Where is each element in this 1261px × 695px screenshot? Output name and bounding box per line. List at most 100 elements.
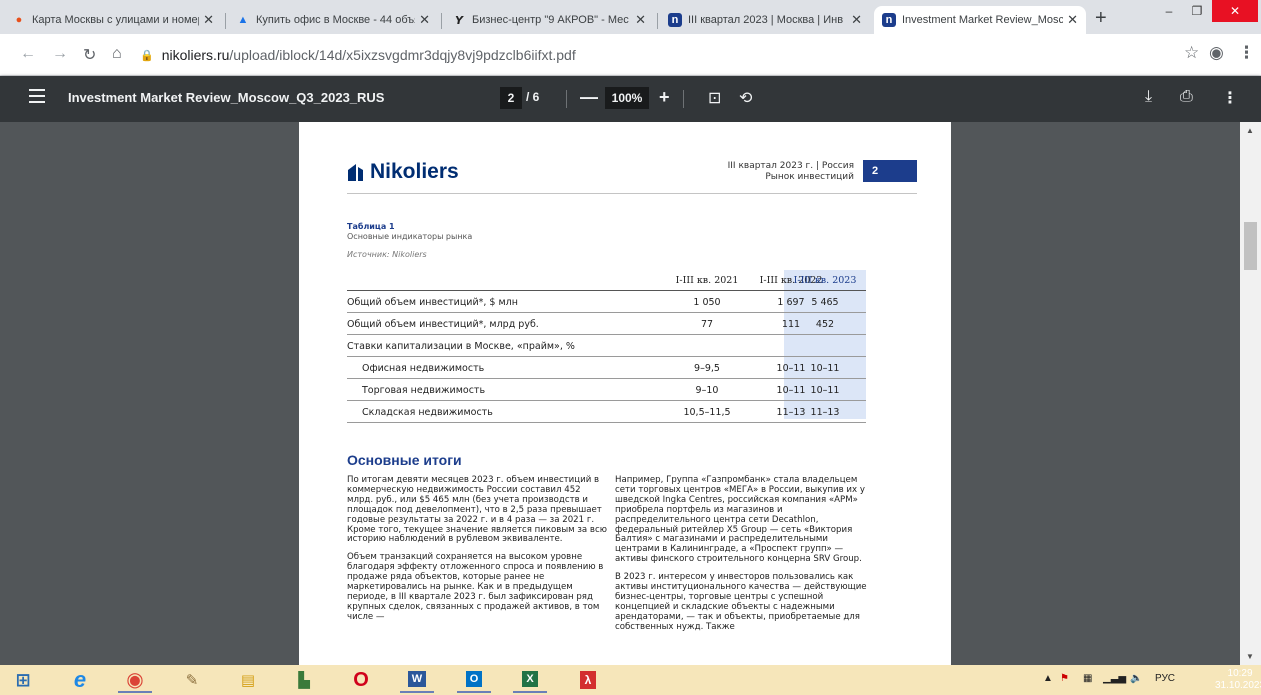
opera-icon[interactable]: O [344,667,378,693]
language-indicator[interactable]: РУС [1155,673,1175,684]
browser-menu-icon[interactable]: ⋮ [1238,43,1255,63]
outlook-icon[interactable]: O [457,667,491,693]
tab-map[interactable]: ● Карта Москвы с улицами и номерами ✕ [4,6,222,34]
reload-button[interactable]: ↻ [83,45,96,65]
flag-icon[interactable]: ⚑ [1060,673,1069,684]
address-bar[interactable]: 🔒 nikoliers.ru/upload/iblock/14d/x5ixzsv… [140,41,1195,69]
map-pin-icon: ● [15,14,23,26]
row-label: Общий объем инвестиций*, млрд руб. [347,319,539,330]
zoom-in-button[interactable]: + [659,87,670,108]
tab-q3-report[interactable]: n III квартал 2023 | Москва | Инв ✕ [660,6,870,34]
row-label: Общий объем инвестиций*, $ млн [347,297,518,308]
pdf-viewer[interactable]: Nikoliers III квартал 2023 г. | Россия Р… [0,122,1240,665]
minimize-button[interactable]: – [1156,0,1182,22]
tab-business-center[interactable]: 𝙔 Бизнес-центр "9 АКРОВ" - Мес ✕ [444,6,654,34]
row-label: Торговая недвижимость [362,385,486,396]
cell-2023: 452 [815,319,835,330]
header-divider [347,193,917,194]
vertical-scrollbar[interactable]: ▲ ▼ [1240,122,1261,665]
tab-office-listing[interactable]: ▲ Купить офис в Москве - 44 объявления ✕ [228,6,438,34]
more-options-icon[interactable]: ⋮ [1222,88,1238,108]
restore-button[interactable]: ❐ [1184,0,1210,22]
word-icon[interactable]: W [400,667,434,693]
close-icon[interactable]: ✕ [1067,12,1078,28]
tab-title: III квартал 2023 | Москва | Инв [688,14,844,26]
fit-to-page-icon[interactable]: ⊡ [708,88,721,108]
download-icon[interactable]: ⤓ [1145,88,1152,106]
table-row: Общий объем инвестиций*, $ млн 1 050 1 6… [347,291,866,313]
pdf-toolbar: Investment Market Review_Moscow_Q3_2023_… [0,76,1261,122]
clock[interactable]: 10:29 31.10.2023 [1215,668,1261,692]
tray-expand-icon[interactable]: ▲ [1043,673,1053,684]
windows-taskbar: ⊞ e ◉ ✎ ▤ ▙ O W O X λ ▲ ⚑ ▦ ▁▃▅ 🔈 РУС 10… [0,665,1261,695]
ie-icon[interactable]: e [63,667,97,693]
excel-icon[interactable]: X [513,667,547,693]
tab-title: Карта Москвы с улицами и номерами [32,14,199,26]
back-button[interactable]: ← [20,45,36,63]
table-header-row: I-III кв. 2021 I-III кв. 2022 I-III кв. … [347,270,866,291]
print-icon[interactable]: ⎙ [1180,88,1193,106]
start-button[interactable]: ⊞ [6,667,40,693]
tab-title: Бизнес-центр "9 АКРОВ" - Мес [472,14,629,26]
table-row: Общий объем инвестиций*, млрд руб. 77 11… [347,313,866,335]
nikoliers-icon: n [668,13,682,27]
cell-2021: 10,5–11,5 [683,407,731,418]
page-total: / 6 [526,90,540,104]
rotate-icon[interactable]: ⟲ [739,88,752,108]
table-subtitle: Основные индикаторы рынка [347,232,473,241]
profile-icon[interactable]: ◉ [1209,43,1224,63]
acrobat-icon[interactable]: λ [571,667,605,693]
scrollbar-thumb[interactable] [1244,222,1257,270]
cell-2021: 1 050 [693,297,721,308]
logo-text: Nikoliers [370,160,459,183]
cell-2023: 5 465 [811,297,839,308]
forward-button[interactable]: → [52,45,68,63]
home-button[interactable]: ⌂ [112,45,122,63]
menu-icon[interactable] [29,89,45,103]
realty-icon: ▲ [237,14,249,26]
tab-title: Investment Market Review_Mosc [902,14,1064,26]
table-row: Складская недвижимость 10,5–11,5 11–13 1… [347,401,866,423]
close-icon[interactable]: ✕ [203,12,214,28]
cell-2021: 77 [700,319,714,330]
signal-icon[interactable]: ▁▃▅ [1103,673,1126,684]
header-meta: III квартал 2023 г. | Россия Рынок инвес… [669,161,854,183]
scroll-up-arrow-icon[interactable]: ▲ [1246,126,1254,135]
navigation-bar: ← → ↻ ⌂ 🔒 nikoliers.ru/upload/iblock/14d… [0,34,1261,76]
close-icon[interactable]: ✕ [635,12,646,28]
header-period: III квартал 2023 г. | Россия [727,161,854,171]
chart-app-icon[interactable]: ▙ [287,667,321,693]
network-icon[interactable]: ▦ [1083,673,1092,684]
scroll-down-arrow-icon[interactable]: ▼ [1246,652,1254,661]
lock-icon[interactable]: 🔒 [140,49,154,62]
toolbar-divider [683,90,684,108]
section-title: Основные итоги [347,452,462,468]
page-number-badge: 2 [863,160,917,182]
close-icon[interactable]: ✕ [419,12,430,28]
toolbar-divider [566,90,567,108]
tab-investment-review[interactable]: n Investment Market Review_Mosc ✕ [874,6,1086,34]
new-tab-button[interactable]: + [1095,8,1107,28]
zoom-out-button[interactable]: — [580,87,598,108]
column-header: I-III кв. 2023 [793,275,857,286]
paragraph: По итогам девяти месяцев 2023 г. объем и… [347,475,607,545]
paragraph: Объем транзакций сохраняется на высоком … [347,552,604,622]
zoom-level-input[interactable]: 100% [605,87,649,109]
paint-icon[interactable]: ✎ [175,667,209,693]
window-close-button[interactable]: ✕ [1212,0,1258,22]
row-label: Офисная недвижимость [362,363,485,374]
page-number-input[interactable]: 2 [500,87,522,109]
url-host: nikoliers.ru [161,47,230,63]
table-row: Торговая недвижимость 9–10 10–11 10–11 [347,379,866,401]
text-column-left: По итогам девяти месяцев 2023 г. объем и… [347,475,607,631]
explorer-icon[interactable]: ▤ [231,667,265,693]
chrome-icon[interactable]: ◉ [118,667,152,693]
tab-divider [225,13,226,29]
tab-divider [441,13,442,29]
volume-icon[interactable]: 🔈 [1130,673,1142,684]
close-icon[interactable]: ✕ [851,12,862,28]
cell-2021: 9–9,5 [694,363,720,374]
bookmark-star-icon[interactable]: ☆ [1184,43,1199,63]
table-title: Таблица 1 [347,222,395,231]
table-row: Офисная недвижимость 9–9,5 10–11 10–11 [347,357,866,379]
